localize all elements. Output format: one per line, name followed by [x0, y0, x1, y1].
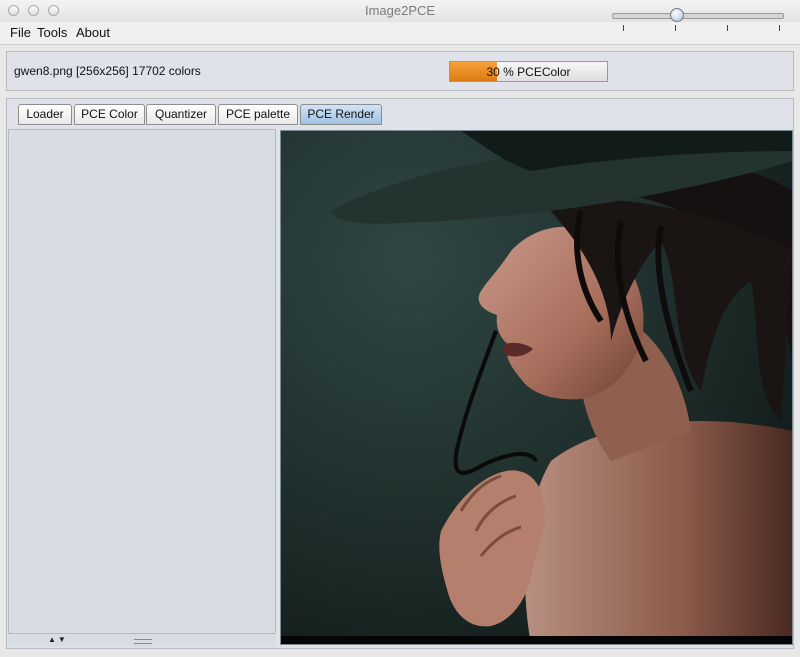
menu-file[interactable]: File: [10, 25, 31, 40]
split-divider[interactable]: ▲▼: [8, 633, 276, 647]
file-info-label: gwen8.png [256x256] 17702 colors: [14, 64, 201, 78]
slider-tick: [623, 25, 624, 31]
left-panel: [8, 129, 276, 647]
rendered-image: [280, 130, 793, 645]
slider-track[interactable]: [612, 13, 784, 19]
tab-quantizer[interactable]: Quantizer: [146, 104, 216, 125]
slider-tick: [675, 25, 676, 31]
tab-pce-render[interactable]: PCE Render: [300, 104, 382, 125]
split-arrows-icon[interactable]: ▲▼: [48, 635, 68, 644]
menu-about[interactable]: About: [76, 25, 110, 40]
slider-thumb[interactable]: [669, 8, 684, 22]
rendered-photo: [281, 131, 792, 644]
progress-label: 30 % PCEColor: [486, 65, 571, 79]
tab-pce-color[interactable]: PCE Color: [74, 104, 145, 125]
conversion-progress-bar: 30 % PCEColor: [449, 61, 608, 82]
tab-loader[interactable]: Loader: [18, 104, 72, 125]
slider-tick: [779, 25, 780, 31]
grip-icon[interactable]: [134, 639, 152, 644]
tab-pce-palette[interactable]: PCE palette: [218, 104, 298, 125]
menu-tools[interactable]: Tools: [37, 25, 67, 40]
info-bar: gwen8.png [256x256] 17702 colors 30 % PC…: [6, 51, 794, 91]
slider-tick: [727, 25, 728, 31]
menu-bar: File Tools About: [0, 22, 800, 45]
